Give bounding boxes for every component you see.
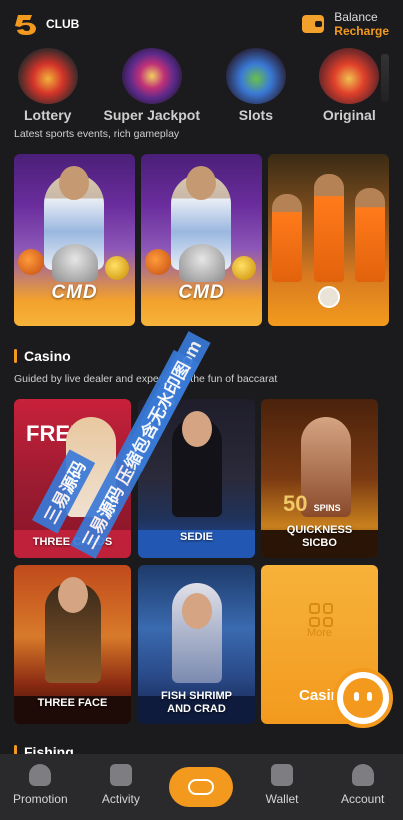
dealer-face xyxy=(58,577,88,613)
grid-icon xyxy=(309,603,333,627)
original-games-icon xyxy=(319,48,380,104)
player-head xyxy=(186,166,216,200)
top-header: CLUB Balance Recharge xyxy=(0,0,403,48)
sports-card-row: CMD CMD xyxy=(14,154,389,326)
logo-text: CLUB xyxy=(46,17,80,31)
casino-card-name: FISH SHRIMP AND CRAD xyxy=(161,690,232,715)
provider-logo-text: CMD xyxy=(51,282,98,303)
sport-card-team[interactable] xyxy=(268,154,389,326)
volleyball-icon xyxy=(105,256,129,280)
heart-icon xyxy=(29,764,52,786)
provider-badge-icon xyxy=(318,286,340,308)
category-lottery[interactable]: Lottery xyxy=(8,48,87,126)
nav-label: Wallet xyxy=(265,792,299,806)
category-original[interactable]: Original xyxy=(310,48,389,126)
category-slots[interactable]: Slots xyxy=(216,48,295,126)
team-players-image xyxy=(272,172,385,282)
game-button[interactable] xyxy=(169,767,234,807)
category-label: Super Jackpot xyxy=(103,107,201,123)
user-icon xyxy=(351,764,374,786)
slot-machine-icon xyxy=(225,48,286,104)
gift-icon xyxy=(109,764,132,786)
basketball-icon xyxy=(145,249,171,275)
casino-card-name: QUICKNESS SICBO xyxy=(286,524,353,549)
category-label: Slots xyxy=(238,107,273,123)
nav-account[interactable]: Account xyxy=(322,754,403,820)
app-logo[interactable]: CLUB xyxy=(14,11,79,37)
nav-label: Account xyxy=(340,792,385,806)
recharge-link[interactable]: Recharge xyxy=(334,24,389,38)
wallet-icon xyxy=(271,764,294,786)
basketball-icon xyxy=(18,249,44,275)
category-scroll-peek[interactable] xyxy=(381,54,389,102)
bottom-nav: Promotion Activity Wallet Account xyxy=(0,754,403,820)
casino-card-name: THREE FACE xyxy=(37,697,108,709)
dealer-face xyxy=(182,411,212,447)
sport-card-cmd[interactable]: CMD xyxy=(14,154,135,326)
balance-label: Balance xyxy=(334,10,378,24)
category-label: Original xyxy=(322,107,376,123)
section-accent-bar xyxy=(14,349,17,363)
more-label: More xyxy=(306,627,333,639)
player-head xyxy=(59,166,89,200)
customer-service-button[interactable] xyxy=(333,668,393,728)
section-title-text: Casino xyxy=(24,348,71,364)
sports-subtitle: Latest sports events, rich gameplay xyxy=(14,128,180,140)
category-super-jackpot[interactable]: Super Jackpot xyxy=(101,48,202,126)
trophy-icon xyxy=(52,244,98,282)
logo-icon xyxy=(15,15,36,35)
dealer-face xyxy=(182,593,212,629)
spins-count: 50 xyxy=(283,491,308,516)
gamepad-icon xyxy=(188,779,215,795)
volleyball-icon xyxy=(232,256,256,280)
casino-card-name: SEDIE xyxy=(179,531,213,543)
provider-logo-text: CMD xyxy=(178,282,225,303)
nav-games[interactable] xyxy=(161,754,242,820)
support-mascot-icon xyxy=(343,678,383,718)
jackpot-wheel-icon xyxy=(121,48,182,104)
casino-card-three-face[interactable]: THREE FACE xyxy=(14,565,131,724)
casino-card-fish-shrimp-crab[interactable]: FISH SHRIMP AND CRAD xyxy=(138,565,255,724)
spins-label: SPINS xyxy=(313,503,341,513)
nav-activity[interactable]: Activity xyxy=(81,754,162,820)
nav-label: Promotion xyxy=(12,792,68,806)
balance-widget[interactable]: Balance Recharge xyxy=(302,10,389,38)
game-category-row: Lottery Super Jackpot Slots Original xyxy=(0,48,403,126)
lottery-icon xyxy=(17,48,78,104)
casino-card-quickness-sicbo[interactable]: 50 SPINS QUICKNESS SICBO xyxy=(261,399,378,558)
nav-wallet[interactable]: Wallet xyxy=(242,754,323,820)
casino-subtitle: Guided by live dealer and experience the… xyxy=(14,373,278,385)
sport-card-cmd[interactable]: CMD xyxy=(141,154,262,326)
casino-section-title: Casino xyxy=(14,348,71,364)
category-label: Lottery xyxy=(23,107,72,123)
trophy-icon xyxy=(179,244,225,282)
wallet-icon xyxy=(302,15,325,33)
nav-label: Activity xyxy=(101,792,140,806)
nav-promotion[interactable]: Promotion xyxy=(0,754,81,820)
spins-promo: 50 SPINS xyxy=(283,491,341,517)
